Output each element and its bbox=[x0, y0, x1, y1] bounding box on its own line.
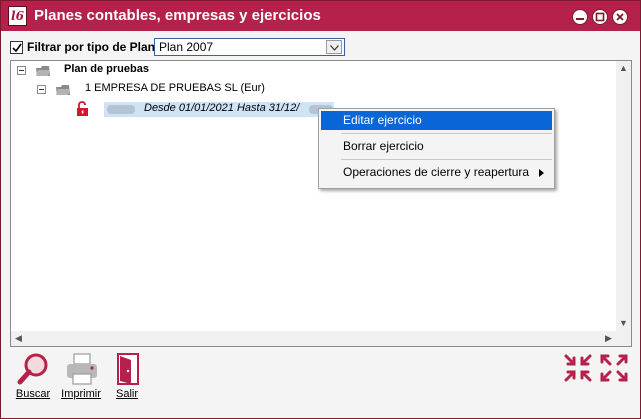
tree-node-ejercicio-label: Desde 01/01/2021 Hasta 31/12/ bbox=[144, 102, 300, 114]
minimize-button[interactable] bbox=[572, 9, 588, 25]
l6-app-icon: l6 bbox=[8, 6, 27, 26]
collapse-all-button[interactable] bbox=[563, 353, 593, 383]
expand-all-icon bbox=[600, 354, 628, 382]
maximize-icon bbox=[595, 12, 605, 22]
folder-icon bbox=[56, 85, 70, 95]
dropdown-button[interactable] bbox=[326, 40, 342, 54]
search-icon bbox=[17, 353, 48, 385]
chevron-down-icon bbox=[330, 45, 339, 51]
filter-label: Filtrar por tipo de Plan bbox=[27, 40, 156, 54]
main-window: l6 Planes contables, empresas y ejercici… bbox=[0, 0, 641, 419]
close-button[interactable] bbox=[612, 9, 628, 25]
buscar-label: Buscar bbox=[15, 388, 51, 400]
collapse-all-icon bbox=[564, 354, 592, 382]
collapse-toggle[interactable] bbox=[17, 66, 26, 75]
plans-tree[interactable]: Plan de pruebas 1 EMPRESA DE PRUEBAS SL … bbox=[10, 60, 632, 347]
scroll-right-icon[interactable]: ▶ bbox=[601, 331, 616, 346]
title-bar[interactable]: l6 Planes contables, empresas y ejercici… bbox=[1, 1, 640, 31]
salir-button[interactable]: Salir bbox=[105, 352, 149, 404]
scrollbar-corner bbox=[616, 331, 631, 346]
menu-item-editar-ejercicio[interactable]: Editar ejercicio bbox=[321, 111, 552, 130]
vertical-scrollbar[interactable]: ▲ ▼ bbox=[616, 61, 631, 331]
tree-node-plan[interactable]: Plan de pruebas bbox=[64, 63, 149, 75]
scroll-left-icon[interactable]: ◀ bbox=[11, 331, 26, 346]
plan-select-value: Plan 2007 bbox=[159, 40, 214, 54]
menu-item-label: Operaciones de cierre y reapertura bbox=[343, 165, 530, 179]
imprimir-label: Imprimir bbox=[61, 388, 101, 400]
filter-checkbox[interactable] bbox=[10, 40, 23, 54]
buscar-button[interactable]: Buscar bbox=[11, 352, 55, 404]
menu-separator bbox=[341, 133, 552, 134]
exit-door-icon bbox=[117, 353, 139, 385]
context-menu: Editar ejercicio Borrar ejercicio Operac… bbox=[318, 108, 555, 189]
redacted-text bbox=[107, 105, 135, 114]
menu-item-operaciones-cierre[interactable]: Operaciones de cierre y reapertura bbox=[321, 163, 552, 182]
horizontal-scrollbar[interactable]: ◀ ▶ bbox=[11, 331, 616, 346]
minimize-icon bbox=[576, 18, 584, 20]
menu-separator bbox=[341, 159, 552, 160]
folder-icon bbox=[36, 66, 50, 76]
imprimir-button[interactable]: Imprimir bbox=[59, 352, 103, 404]
scroll-down-icon[interactable]: ▼ bbox=[616, 316, 631, 331]
collapse-toggle[interactable] bbox=[37, 85, 46, 94]
scroll-up-icon[interactable]: ▲ bbox=[616, 61, 631, 76]
menu-item-borrar-ejercicio[interactable]: Borrar ejercicio bbox=[321, 137, 552, 156]
expand-all-button[interactable] bbox=[599, 353, 629, 383]
printer-icon bbox=[67, 353, 97, 385]
window-title: Planes contables, empresas y ejercicios bbox=[34, 7, 321, 24]
close-icon bbox=[616, 13, 624, 21]
lock-open-icon bbox=[77, 101, 88, 116]
maximize-button[interactable] bbox=[592, 9, 608, 25]
plan-filter-row: Filtrar por tipo de Plan bbox=[10, 38, 155, 56]
salir-label: Salir bbox=[115, 388, 138, 400]
plan-type-select[interactable]: Plan 2007 bbox=[154, 38, 345, 56]
submenu-arrow-icon bbox=[539, 169, 544, 177]
tree-node-empresa[interactable]: 1 EMPRESA DE PRUEBAS SL (Eur) bbox=[85, 82, 265, 94]
checkmark-icon bbox=[12, 43, 22, 52]
